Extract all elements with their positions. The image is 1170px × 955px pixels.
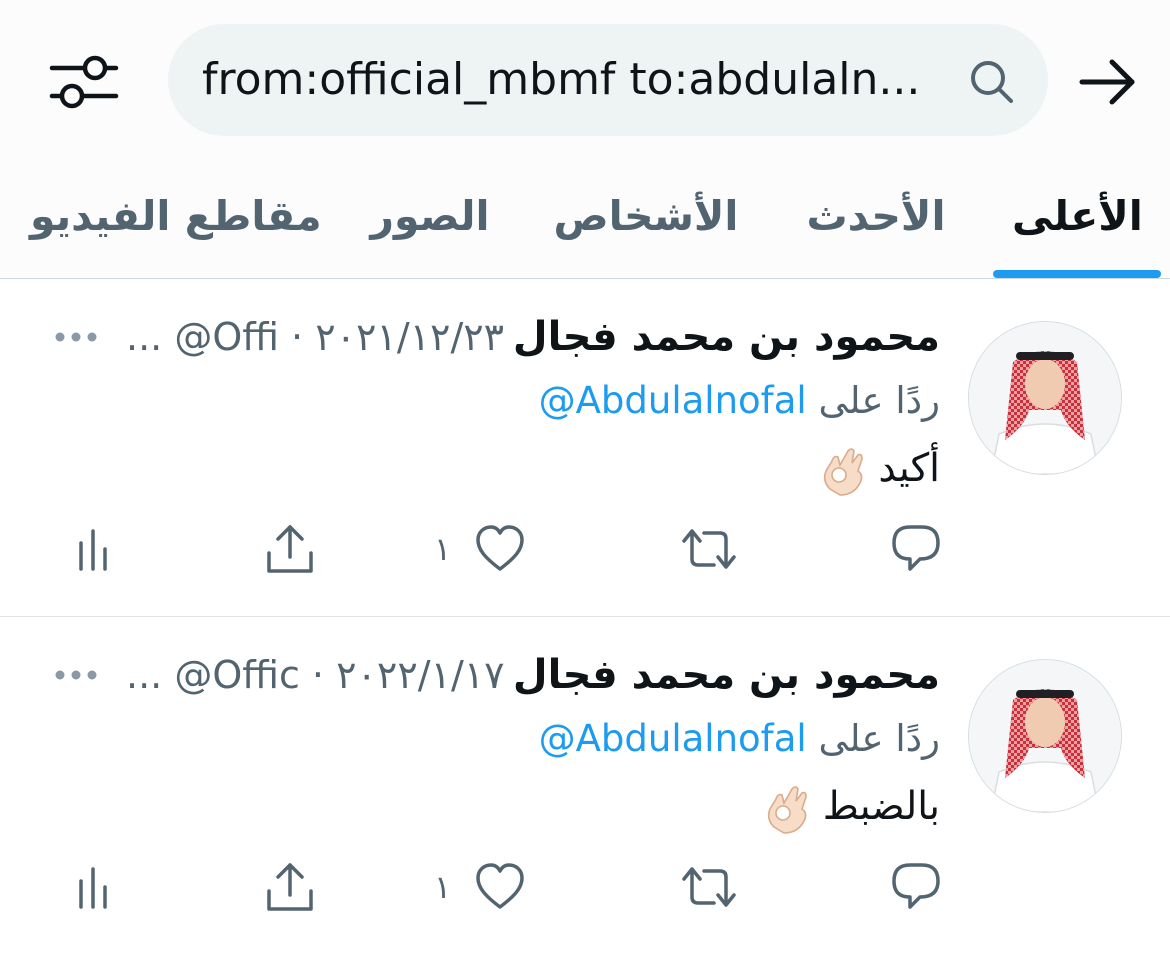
like-button[interactable] [474, 519, 526, 579]
search-icon [971, 61, 1013, 103]
tweet-actions: ١ [0, 857, 1170, 917]
tab-videos[interactable]: مقاطع الفيديو [30, 186, 322, 246]
like-button[interactable] [474, 857, 526, 917]
profile-photo [969, 660, 1121, 812]
tweet[interactable]: محمود بن محمد فجال ... @Offic · ٢٠٢٢/١/١… [0, 617, 1170, 955]
avatar[interactable] [968, 321, 1122, 475]
reply-mention-link[interactable]: @Abdulalnofal [539, 717, 807, 760]
replying-to-line: ردًا على @Abdulalnofal [539, 713, 940, 765]
tweet-meta: ... @Offic · ٢٠٢٢/١/١٧ [126, 653, 505, 697]
tweet[interactable]: محمود بن محمد فجال ... @Offi · ٢٠٢١/١٢/٢… [0, 279, 1170, 617]
views-button[interactable] [76, 519, 110, 579]
analytics-icon [79, 529, 107, 571]
retweet-button[interactable] [680, 519, 738, 579]
ok-hand-emoji-icon [768, 785, 808, 834]
profile-photo [969, 322, 1121, 474]
like-count: ١ [434, 530, 452, 568]
tweet-text-content: أكيد [878, 446, 940, 491]
heart-icon [476, 525, 524, 571]
share-icon [267, 525, 313, 573]
views-button[interactable] [76, 857, 110, 917]
more-horizontal-icon[interactable] [54, 331, 98, 343]
share-button[interactable] [264, 519, 316, 579]
tab-top[interactable]: الأعلى [1012, 186, 1143, 246]
reply-button[interactable] [890, 857, 942, 917]
search-filters-button[interactable] [48, 52, 120, 112]
tab-people[interactable]: الأشخاص [548, 186, 744, 246]
sliders-icon [49, 55, 119, 109]
tab-latest[interactable]: الأحدث [796, 186, 956, 246]
reply-bubble-icon [892, 525, 940, 571]
reply-mention-link[interactable]: @Abdulalnofal [539, 379, 807, 422]
retweet-button[interactable] [680, 857, 738, 917]
share-button[interactable] [264, 857, 316, 917]
search-input[interactable]: from:official_mbmf to:abdulaln... [168, 24, 1048, 136]
tweet-text-content: بالضبط [822, 784, 940, 829]
active-tab-indicator [993, 270, 1161, 278]
tweet-meta: ... @Offi · ٢٠٢١/١٢/٢٣ [126, 315, 505, 359]
arrow-right-icon [1079, 59, 1135, 105]
tweet-actions: ١ [0, 519, 1170, 579]
tab-photos[interactable]: الصور [364, 186, 496, 246]
reply-bubble-icon [892, 863, 940, 909]
author-name[interactable]: محمود بن محمد فجال [513, 309, 940, 365]
author-name[interactable]: محمود بن محمد فجال [513, 647, 940, 703]
replying-to-label: ردًا على [818, 379, 940, 422]
heart-icon [476, 863, 524, 909]
retweet-icon [682, 867, 736, 907]
search-tabs: الأعلى الأحدث الأشخاص الصور مقاطع الفيدي… [0, 160, 1170, 278]
like-count: ١ [434, 868, 452, 906]
ok-hand-emoji-icon [823, 447, 863, 496]
back-button[interactable] [1078, 54, 1138, 110]
replying-to-line: ردًا على @Abdulalnofal [539, 375, 940, 427]
search-query-text[interactable]: from:official_mbmf to:abdulaln... [202, 50, 922, 110]
analytics-icon [79, 867, 107, 909]
tweet-text: أكيد [818, 439, 940, 499]
reply-button[interactable] [890, 519, 942, 579]
retweet-icon [682, 529, 736, 569]
tweet-text: بالضبط [762, 777, 940, 837]
share-icon [267, 863, 313, 911]
replying-to-label: ردًا على [818, 717, 940, 760]
avatar[interactable] [968, 659, 1122, 813]
more-horizontal-icon[interactable] [54, 669, 98, 681]
